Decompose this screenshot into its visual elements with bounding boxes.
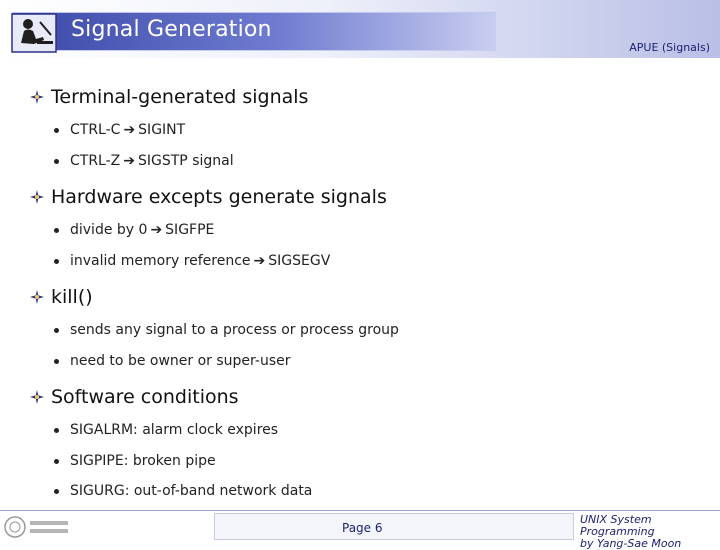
arrow-right-icon: ➔ [253, 253, 266, 269]
slide-content: Terminal-generated signals CTRL-C ➔ SIGI… [0, 0, 720, 540]
star-bullet-icon [30, 390, 44, 404]
bullet-dot-icon [54, 258, 59, 264]
section-heading-text: Hardware excepts generate signals [51, 186, 387, 208]
arrow-right-icon: ➔ [150, 222, 163, 238]
bullet-dot-icon [54, 227, 59, 233]
list-item: SIGPIPE: broken pipe [54, 453, 216, 469]
page-number: Page 6 [342, 521, 383, 535]
bullet-dot-icon [54, 358, 59, 364]
bullet-dot-icon [54, 488, 59, 494]
list-item: divide by 0 ➔ SIGFPE [54, 222, 214, 238]
list-item: SIGURG: out-of-band network data [54, 483, 312, 499]
star-bullet-icon [30, 290, 44, 304]
list-item: SIGALRM: alarm clock expires [54, 422, 278, 438]
bullet-dot-icon [54, 127, 59, 133]
university-logo-icon [4, 516, 68, 538]
bullet-dot-icon [54, 427, 59, 433]
bullet-dot-icon [54, 327, 59, 333]
section-heading: Hardware excepts generate signals [30, 186, 387, 208]
section-heading-text: Software conditions [51, 386, 239, 408]
section-heading: Terminal-generated signals [30, 86, 308, 108]
list-item: CTRL-Z ➔ SIGSTP signal [54, 153, 234, 169]
star-bullet-icon [30, 90, 44, 104]
star-bullet-icon [30, 190, 44, 204]
list-item: need to be owner or super-user [54, 353, 291, 369]
section-heading: Software conditions [30, 386, 239, 408]
course-credit: UNIX System Programming by Yang-Sae Moon [580, 513, 682, 550]
bullet-dot-icon [54, 458, 59, 464]
arrow-right-icon: ➔ [123, 153, 135, 169]
section-heading: kill() [30, 286, 93, 308]
list-item: CTRL-C ➔ SIGINT [54, 122, 185, 138]
footer-divider [0, 510, 720, 511]
arrow-right-icon: ➔ [123, 122, 136, 138]
footer-page-box [214, 513, 574, 540]
bullet-dot-icon [54, 158, 59, 164]
list-item: sends any signal to a process or process… [54, 322, 399, 338]
section-heading-text: Terminal-generated signals [51, 86, 309, 108]
list-item: invalid memory reference ➔ SIGSEGV [54, 253, 330, 269]
section-heading-text: kill() [51, 286, 93, 308]
